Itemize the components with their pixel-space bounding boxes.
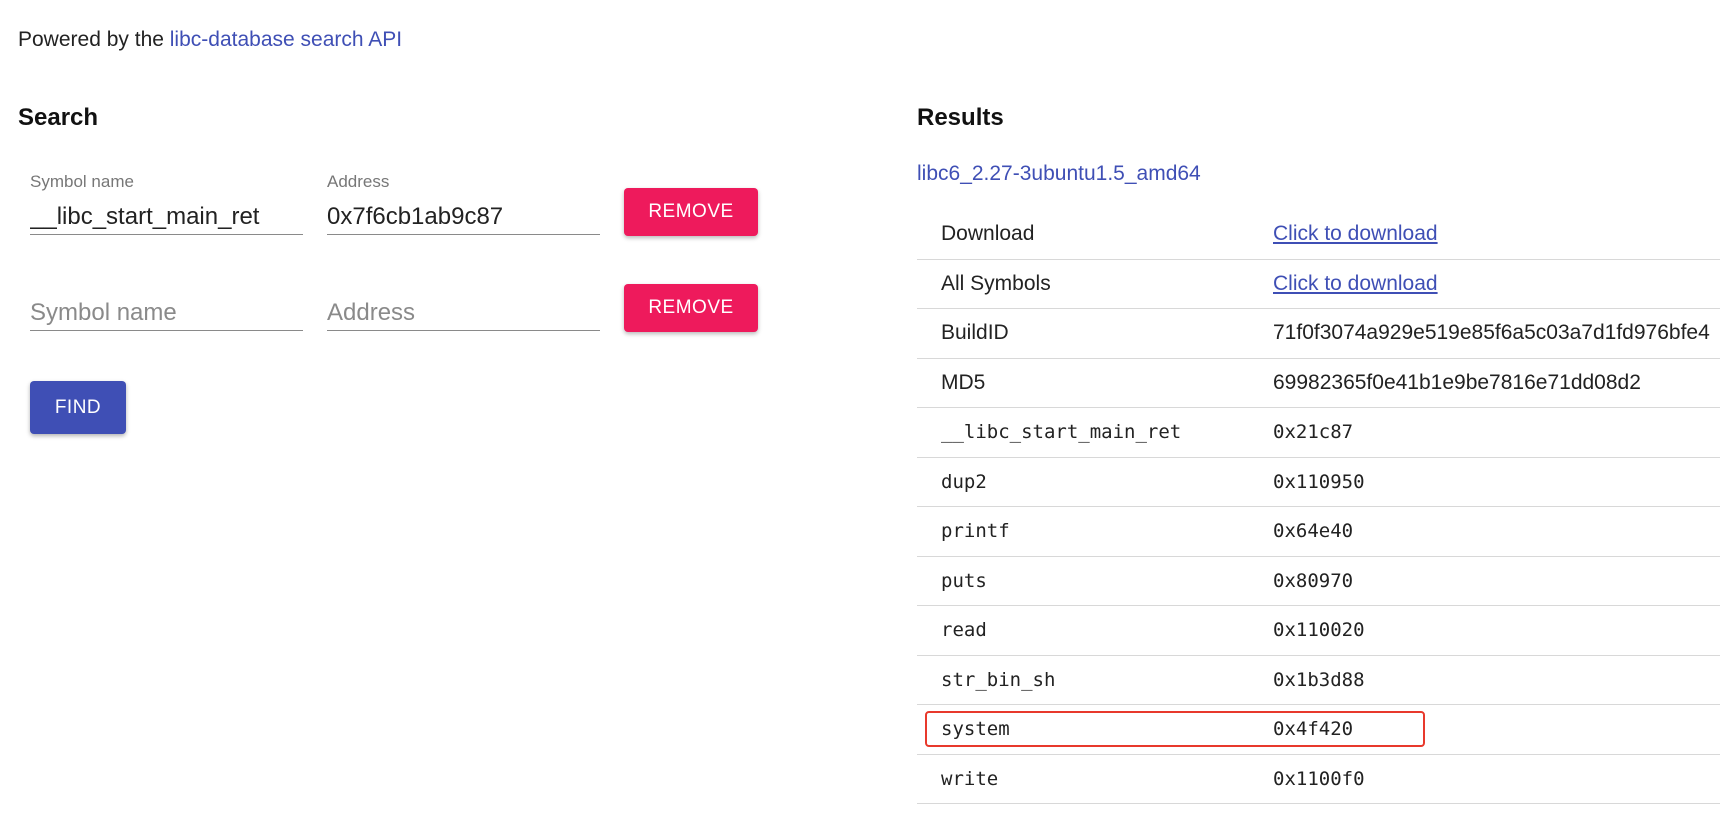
symbol-offset: 0x1b3d88 [1273, 668, 1365, 691]
symbol-offset: 0x4f420 [1273, 718, 1354, 740]
table-row: printf 0x64e40 [917, 507, 1720, 557]
all-symbols-download-link[interactable]: Click to download [1273, 260, 1438, 308]
address-input-1[interactable] [327, 199, 600, 235]
address-input-2[interactable] [327, 295, 600, 331]
md5-value: 69982365f0e41b1e9be7816e71dd08d2 [1273, 370, 1641, 394]
symbol-name: __libc_start_main_ret [941, 421, 1182, 443]
address-label: Address [327, 172, 390, 191]
find-button[interactable]: FIND [30, 381, 126, 434]
libc-database-api-link[interactable]: libc-database search API [170, 28, 402, 51]
symbol-offset: 0x80970 [1273, 569, 1354, 592]
symbol-offset: 0x110020 [1273, 619, 1365, 641]
row-key: Download [941, 222, 1035, 245]
table-row: MD5 69982365f0e41b1e9be7816e71dd08d2 [917, 359, 1720, 408]
symbol-offset: 0x64e40 [1273, 520, 1354, 542]
table-row: BuildID 71f0f3074a929e519e85f6a5c03a7d1f… [917, 309, 1720, 359]
table-row: str_bin_sh 0x1b3d88 [917, 656, 1720, 705]
powered-by-text: Powered by the libc-database search API [18, 28, 402, 52]
symbol-name-input-2[interactable] [30, 295, 303, 331]
symbol-name-label: Symbol name [30, 172, 134, 191]
table-row: system 0x4f420 [917, 705, 1720, 755]
remove-button-1[interactable]: REMOVE [624, 188, 758, 236]
symbol-name: printf [941, 520, 1010, 542]
page: Powered by the libc-database search API … [0, 0, 1720, 829]
row-key: MD5 [941, 370, 986, 394]
results-table: Download Click to download All Symbols C… [917, 210, 1720, 804]
table-row: Download Click to download [917, 210, 1720, 260]
download-link[interactable]: Click to download [1273, 210, 1438, 258]
symbol-name: read [941, 619, 987, 641]
symbol-name: system [941, 718, 1010, 740]
remove-button-2[interactable]: REMOVE [624, 284, 758, 332]
row-key: BuildID [941, 321, 1009, 344]
table-row: read 0x110020 [917, 606, 1720, 656]
table-row: All Symbols Click to download [917, 260, 1720, 309]
table-row: __libc_start_main_ret 0x21c87 [917, 408, 1720, 458]
symbol-offset: 0x1100f0 [1273, 767, 1365, 790]
symbol-name: puts [941, 569, 987, 592]
buildid-value: 71f0f3074a929e519e85f6a5c03a7d1fd976bfe4 [1273, 321, 1710, 344]
symbol-name: write [941, 767, 999, 790]
symbol-offset: 0x110950 [1273, 470, 1365, 493]
powered-by-prefix: Powered by the [18, 28, 170, 51]
symbol-offset: 0x21c87 [1273, 421, 1354, 443]
search-heading: Search [18, 104, 99, 131]
results-heading: Results [917, 104, 1004, 131]
table-row: dup2 0x110950 [917, 458, 1720, 507]
row-key: All Symbols [941, 271, 1051, 295]
symbol-name-input-1[interactable] [30, 199, 303, 235]
symbol-name: dup2 [941, 470, 987, 493]
table-row: puts 0x80970 [917, 557, 1720, 606]
symbol-name: str_bin_sh [941, 668, 1056, 691]
table-row: write 0x1100f0 [917, 755, 1720, 804]
libc-result-link[interactable]: libc6_2.27-3ubuntu1.5_amd64 [917, 162, 1201, 186]
